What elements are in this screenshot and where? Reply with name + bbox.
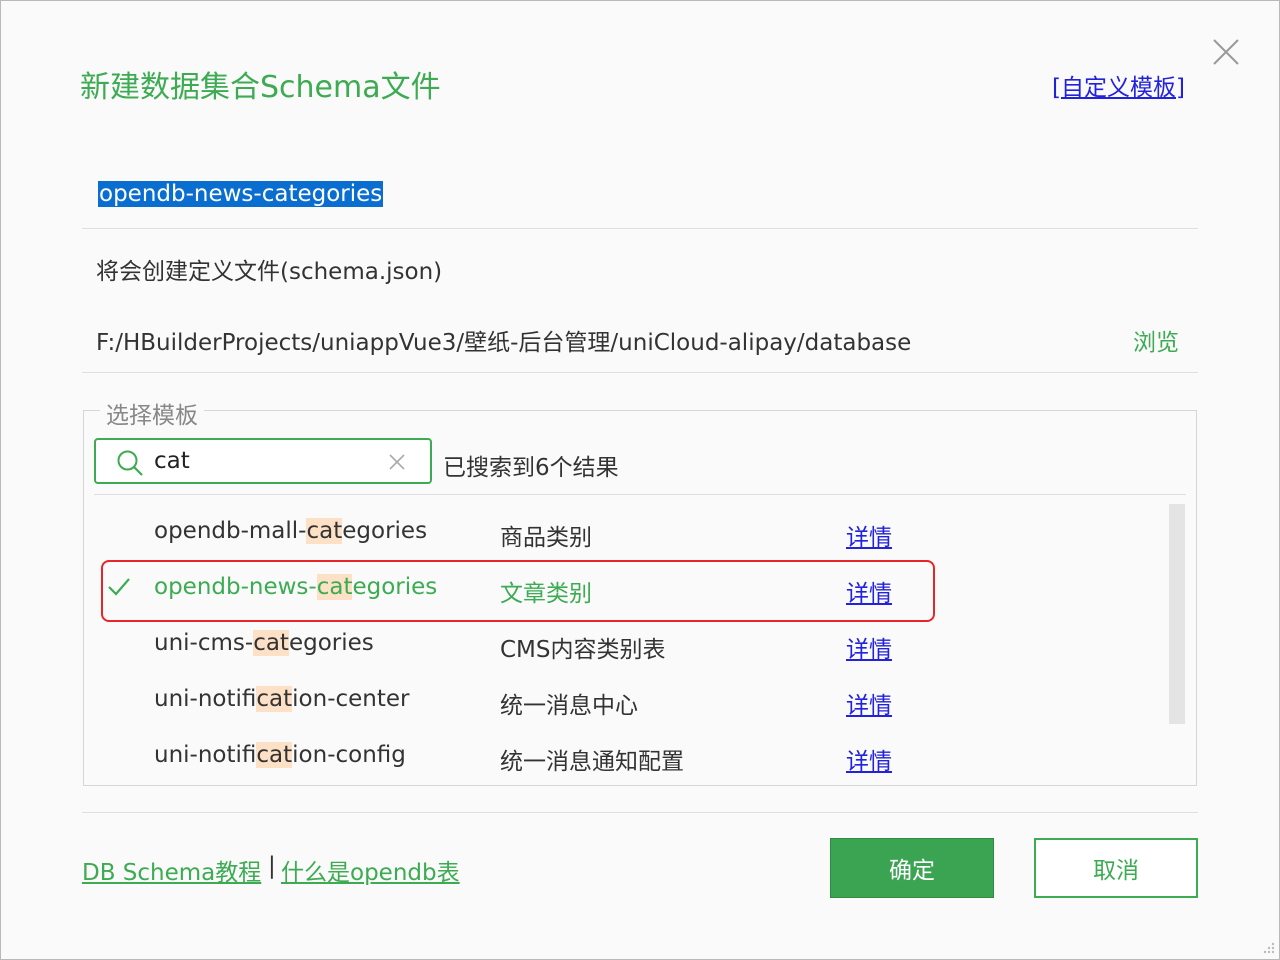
template-name: opendb-news-categories bbox=[154, 574, 438, 600]
collection-name-value: opendb-news-categories bbox=[98, 181, 384, 207]
template-row[interactable]: uni-cms-categories CMS内容类别表 详情 bbox=[94, 618, 1164, 674]
dialog-title: 新建数据集合Schema文件 bbox=[80, 70, 441, 105]
template-description: 商品类别 bbox=[500, 525, 592, 551]
template-search-input[interactable] bbox=[154, 446, 374, 476]
template-row-selected[interactable]: opendb-news-categories 文章类别 详情 bbox=[94, 562, 1164, 618]
template-detail-link[interactable]: 详情 bbox=[846, 630, 892, 664]
template-name: opendb-mall-categories bbox=[154, 518, 428, 544]
db-schema-tutorial-link[interactable]: DB Schema教程 bbox=[82, 853, 261, 887]
template-row[interactable]: uni-notification-config 统一消息通知配置 详情 bbox=[94, 730, 1164, 786]
what-is-opendb-link[interactable]: 什么是opendb表 bbox=[281, 853, 460, 887]
search-icon bbox=[117, 450, 143, 476]
clear-icon[interactable] bbox=[388, 453, 406, 471]
divider bbox=[94, 494, 1186, 495]
template-detail-link[interactable]: 详情 bbox=[846, 574, 892, 608]
create-file-text: 将会创建定义文件(schema.json) bbox=[96, 259, 443, 285]
browse-button[interactable]: 浏览 bbox=[1133, 323, 1179, 357]
confirm-button[interactable]: 确定 bbox=[830, 838, 994, 898]
template-detail-link[interactable]: 详情 bbox=[846, 518, 892, 552]
template-description: 文章类别 bbox=[500, 581, 592, 607]
divider bbox=[82, 228, 1198, 229]
checkmark-icon bbox=[108, 578, 130, 596]
template-name: uni-notification-center bbox=[154, 686, 410, 712]
template-description: 统一消息通知配置 bbox=[500, 749, 684, 775]
template-section-legend: 选择模板 bbox=[100, 396, 204, 430]
template-name: uni-notification-config bbox=[154, 742, 406, 768]
search-result-count: 已搜索到6个结果 bbox=[443, 455, 619, 481]
template-row[interactable]: uni-notification-center 统一消息中心 详情 bbox=[94, 674, 1164, 730]
template-detail-link[interactable]: 详情 bbox=[846, 742, 892, 776]
template-name: uni-cms-categories bbox=[154, 630, 374, 656]
template-row[interactable]: opendb-mall-categories 商品类别 详情 bbox=[94, 506, 1164, 562]
target-path: F:/HBuilderProjects/uniappVue3/壁纸-后台管理/u… bbox=[96, 330, 912, 356]
divider bbox=[82, 372, 1198, 373]
template-description: 统一消息中心 bbox=[500, 693, 638, 719]
resize-grip-icon[interactable] bbox=[1260, 940, 1276, 956]
divider bbox=[82, 812, 1198, 813]
collection-name-field[interactable]: opendb-news-categories bbox=[98, 178, 384, 210]
footer-separator: | bbox=[268, 853, 276, 879]
cancel-button[interactable]: 取消 bbox=[1034, 838, 1198, 898]
template-search-box[interactable] bbox=[94, 438, 432, 484]
custom-template-link[interactable]: [自定义模板] bbox=[1052, 68, 1185, 102]
template-description: CMS内容类别表 bbox=[500, 637, 666, 663]
list-scrollbar[interactable] bbox=[1169, 504, 1185, 724]
close-icon bbox=[1213, 39, 1239, 65]
close-button[interactable] bbox=[1210, 36, 1242, 68]
template-detail-link[interactable]: 详情 bbox=[846, 686, 892, 720]
